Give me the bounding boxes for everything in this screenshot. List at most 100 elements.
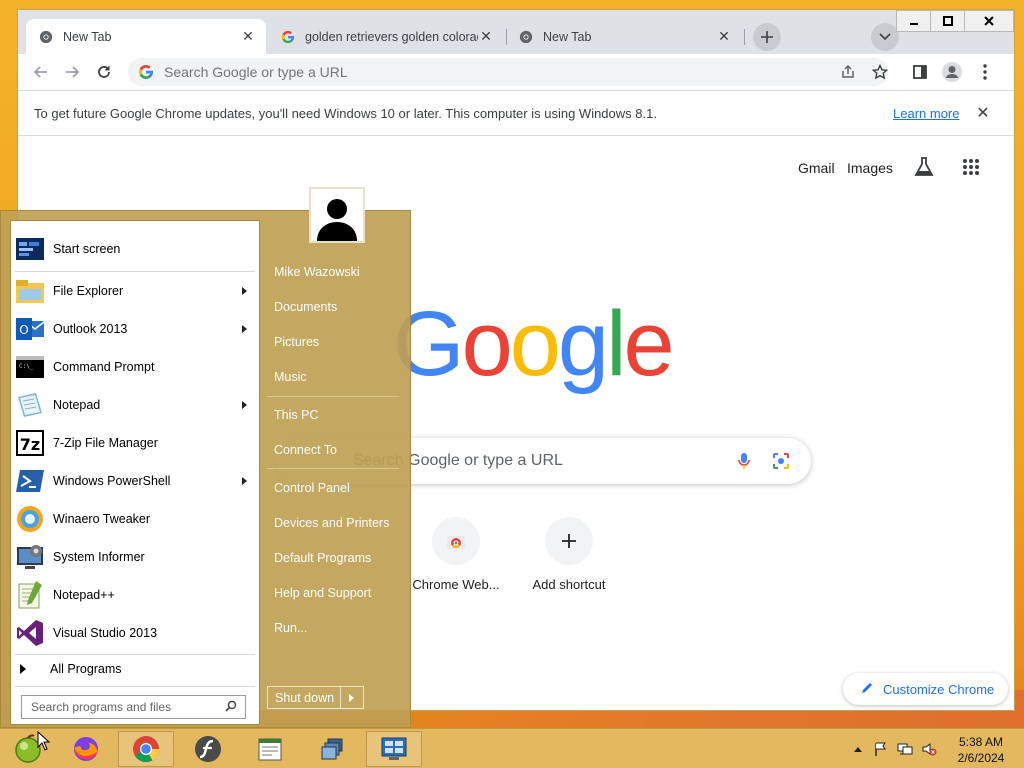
share-icon[interactable]: [838, 62, 858, 82]
start-right-this-pc[interactable]: This PC: [274, 408, 318, 422]
start-right-connect-to[interactable]: Connect To: [274, 443, 337, 457]
omnibox-input[interactable]: [164, 64, 888, 80]
gmail-link[interactable]: Gmail: [798, 160, 835, 176]
side-panel-button[interactable]: [908, 60, 932, 84]
customize-chrome-label: Customize Chrome: [883, 681, 995, 697]
forward-button[interactable]: [60, 60, 84, 84]
reload-icon: [98, 66, 110, 78]
voice-search-icon[interactable]: [737, 452, 751, 475]
start-right-run[interactable]: Run...: [274, 621, 307, 635]
taskbar-flash[interactable]: [180, 731, 236, 767]
start-item-7zip[interactable]: 7z 7-Zip File Manager: [11, 424, 259, 462]
minimize-button[interactable]: [896, 10, 931, 32]
start-right-pictures[interactable]: Pictures: [274, 335, 319, 349]
logo-letter: o: [461, 293, 513, 395]
start-right-music[interactable]: Music: [274, 370, 307, 384]
images-link[interactable]: Images: [847, 160, 893, 176]
shutdown-button[interactable]: Shut down: [267, 686, 364, 709]
shortcut-chrome-web-store[interactable]: Chrome Web...: [401, 517, 511, 592]
start-right-documents[interactable]: Documents: [274, 300, 337, 314]
logo-letter: e: [623, 293, 675, 395]
start-item-start-screen[interactable]: Start screen: [11, 230, 259, 268]
close-window-button[interactable]: [964, 10, 1014, 32]
start-menu: Start screen File Explorer O Outlook 201…: [0, 187, 411, 728]
start-item-command-prompt[interactable]: C:\_ Command Prompt: [11, 348, 259, 386]
all-programs-button[interactable]: All Programs: [11, 651, 259, 687]
new-tab-button[interactable]: [753, 23, 781, 51]
start-right-default-programs[interactable]: Default Programs: [274, 551, 371, 565]
chrome-menu-button[interactable]: [973, 60, 997, 84]
taskbar-task-view[interactable]: [304, 731, 360, 767]
divider: [15, 686, 255, 687]
close-icon: [984, 16, 994, 26]
chrome-web-store-icon: [432, 517, 480, 565]
bookmark-star-icon[interactable]: [870, 62, 890, 82]
start-item-label: Visual Studio 2013: [53, 626, 158, 640]
start-right-devices-printers[interactable]: Devices and Printers: [274, 516, 389, 530]
start-right-control-panel[interactable]: Control Panel: [274, 481, 350, 495]
taskbar-clock[interactable]: 5:38 AM 2/6/2024: [946, 734, 1016, 766]
taskbar-document[interactable]: [242, 731, 298, 767]
start-item-label: Notepad: [53, 398, 101, 412]
divider: [267, 396, 399, 397]
shutdown-options-arrow-icon[interactable]: [349, 693, 354, 702]
minimize-icon: [909, 23, 918, 25]
tab-title: New Tab: [543, 29, 592, 44]
visual-studio-icon: [17, 620, 43, 646]
start-item-winaero-tweaker[interactable]: Winaero Tweaker: [11, 500, 259, 538]
search-icon: [225, 700, 237, 715]
close-icon[interactable]: ✕: [478, 28, 494, 45]
mouse-cursor-icon: [37, 731, 51, 751]
forward-arrow-icon: [66, 66, 80, 78]
google-g-icon: [138, 65, 153, 79]
lens-camera-icon[interactable]: [772, 452, 790, 475]
google-favicon-icon: [280, 29, 296, 45]
close-icon[interactable]: ✕: [974, 104, 992, 122]
submenu-arrow-icon: [242, 477, 247, 485]
taskbar-firefox[interactable]: [58, 731, 114, 767]
start-search-input[interactable]: Search programs and files: [21, 695, 246, 719]
tab-new-tab-2[interactable]: New Tab ✕: [506, 19, 742, 54]
google-logo: Google: [393, 298, 675, 390]
start-item-visual-studio[interactable]: Visual Studio 2013: [11, 614, 259, 652]
user-avatar[interactable]: [309, 187, 365, 243]
7zip-icon: 7z: [16, 430, 44, 456]
logo-letter: g: [557, 293, 609, 395]
action-center-flag-icon[interactable]: [873, 741, 889, 757]
labs-flask-icon[interactable]: [913, 156, 935, 183]
start-item-system-informer[interactable]: System Informer: [11, 538, 259, 576]
chrome-icon: [133, 736, 160, 763]
triangle-right-icon: [20, 664, 26, 674]
close-icon[interactable]: ✕: [240, 28, 256, 45]
apps-grid-icon[interactable]: [962, 158, 980, 181]
customize-chrome-button[interactable]: Customize Chrome: [843, 673, 1008, 705]
volume-muted-icon[interactable]: [921, 741, 937, 757]
back-arrow-icon: [33, 66, 47, 78]
maximize-button[interactable]: [930, 10, 965, 32]
tab-search-button[interactable]: [871, 23, 899, 51]
add-shortcut-button[interactable]: Add shortcut: [514, 517, 624, 592]
submenu-arrow-icon: [242, 401, 247, 409]
start-item-outlook[interactable]: O Outlook 2013: [11, 310, 259, 348]
taskbar-chrome[interactable]: [118, 731, 174, 767]
start-item-notepad-plus-plus[interactable]: Notepad++: [11, 576, 259, 614]
tab-golden-retrievers[interactable]: golden retrievers golden colorad ✕: [268, 19, 504, 54]
back-button[interactable]: [29, 60, 53, 84]
start-item-powershell[interactable]: Windows PowerShell: [11, 462, 259, 500]
omnibox[interactable]: [128, 58, 888, 86]
shortcut-label: Chrome Web...: [412, 577, 500, 592]
start-right-help-support[interactable]: Help and Support: [274, 586, 371, 600]
reload-button[interactable]: [92, 60, 116, 84]
learn-more-link[interactable]: Learn more: [893, 106, 959, 121]
profile-button[interactable]: [940, 60, 964, 84]
file-explorer-icon: [16, 280, 44, 303]
plus-icon: [761, 31, 773, 43]
tab-new-tab-1[interactable]: New Tab ✕: [26, 19, 266, 54]
taskbar-control-panel[interactable]: [366, 731, 422, 767]
start-item-file-explorer[interactable]: File Explorer: [11, 272, 259, 310]
network-icon[interactable]: [897, 741, 913, 757]
start-right-user-name[interactable]: Mike Wazowski: [274, 265, 360, 279]
close-icon[interactable]: ✕: [716, 28, 732, 45]
start-item-notepad[interactable]: Notepad: [11, 386, 259, 424]
show-hidden-icons-chevron-icon[interactable]: [850, 741, 866, 757]
